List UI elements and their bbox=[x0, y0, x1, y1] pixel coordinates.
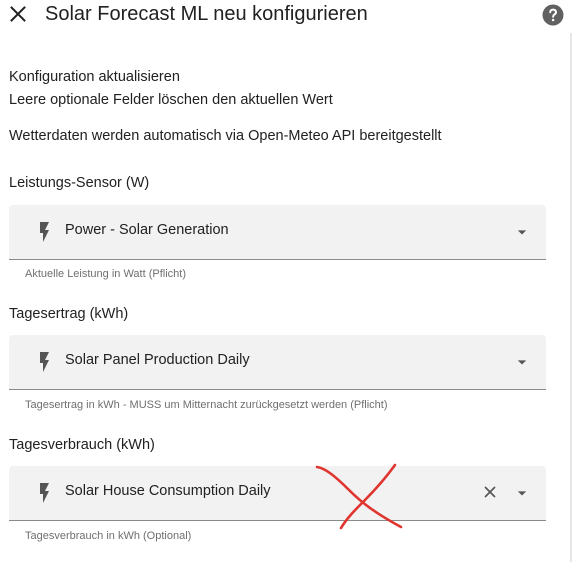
chevron-down-icon[interactable] bbox=[512, 483, 532, 503]
flash-icon bbox=[40, 352, 49, 372]
daily-yield-select[interactable]: Solar Panel Production Daily bbox=[9, 335, 546, 390]
config-dialog: Solar Forecast ML neu konfigurieren Konf… bbox=[0, 0, 573, 562]
clear-icon[interactable] bbox=[480, 482, 500, 502]
dialog-title: Solar Forecast ML neu konfigurieren bbox=[45, 3, 368, 25]
power-sensor-value: Power - Solar Generation bbox=[65, 222, 229, 238]
intro-note: Leere optionale Felder löschen den aktue… bbox=[9, 92, 333, 108]
scrollbar-track[interactable] bbox=[570, 33, 572, 562]
flash-icon bbox=[40, 483, 49, 503]
help-button[interactable] bbox=[541, 3, 565, 27]
dialog-header: Solar Forecast ML neu konfigurieren bbox=[0, 0, 573, 32]
daily-consumption-select[interactable]: Solar House Consumption Daily bbox=[9, 466, 546, 521]
power-sensor-select[interactable]: Power - Solar Generation bbox=[9, 205, 546, 260]
power-sensor-label: Leistungs-Sensor (W) bbox=[9, 175, 150, 191]
weather-note: Wetterdaten werden automatisch via Open-… bbox=[9, 128, 442, 144]
daily-consumption-label: Tagesverbrauch (kWh) bbox=[9, 437, 155, 453]
power-sensor-helper: Aktuelle Leistung in Watt (Pflicht) bbox=[25, 268, 186, 280]
chevron-down-icon[interactable] bbox=[512, 222, 532, 242]
intro-heading: Konfiguration aktualisieren bbox=[9, 69, 180, 85]
flash-icon bbox=[40, 222, 49, 242]
daily-yield-value: Solar Panel Production Daily bbox=[65, 352, 250, 368]
daily-yield-helper: Tagesertrag in kWh - MUSS um Mitternacht… bbox=[25, 399, 388, 411]
close-button[interactable] bbox=[6, 2, 30, 26]
close-icon bbox=[10, 6, 26, 22]
daily-consumption-helper: Tagesverbrauch in kWh (Optional) bbox=[25, 530, 192, 542]
daily-consumption-value: Solar House Consumption Daily bbox=[65, 483, 271, 499]
chevron-down-icon[interactable] bbox=[512, 352, 532, 372]
daily-yield-label: Tagesertrag (kWh) bbox=[9, 306, 129, 322]
help-icon bbox=[542, 4, 564, 26]
